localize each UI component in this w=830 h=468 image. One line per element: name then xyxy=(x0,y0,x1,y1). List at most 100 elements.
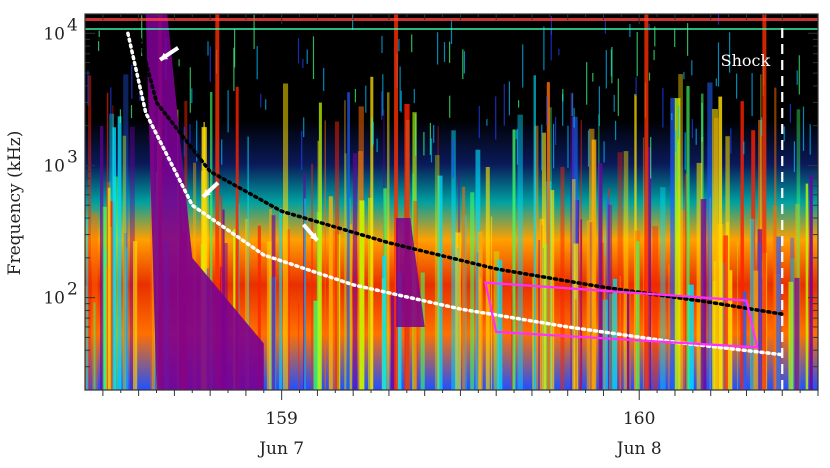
spectro-speck xyxy=(555,117,557,146)
burst-streak xyxy=(644,14,649,390)
spectro-speck xyxy=(227,90,229,133)
spectro-streak xyxy=(591,139,597,390)
spectro-streak xyxy=(344,100,346,390)
spectro-speck xyxy=(677,142,679,181)
burst-streak xyxy=(394,14,399,390)
spectro-streak xyxy=(324,120,326,390)
spectro-speck xyxy=(671,113,673,121)
spectro-speck xyxy=(312,36,315,79)
spectro-speck xyxy=(265,99,267,110)
spectro-streak xyxy=(541,132,546,390)
spectro-speck xyxy=(260,93,262,108)
spectro-speck xyxy=(691,60,693,76)
spectro-streak xyxy=(668,264,670,390)
spectro-streak xyxy=(279,208,283,390)
spectro-speck xyxy=(423,131,425,156)
spectro-streak xyxy=(603,255,605,390)
spectro-speck xyxy=(486,119,488,126)
spectro-speck xyxy=(789,104,791,123)
spectro-streak xyxy=(749,218,755,390)
spectro-streak xyxy=(602,299,608,390)
spectro-speck xyxy=(452,139,454,178)
spectro-streak xyxy=(485,167,490,390)
spectro-streak xyxy=(462,186,466,390)
spectro-speck xyxy=(413,88,415,104)
spectro-speck xyxy=(558,48,560,56)
spectro-speck xyxy=(562,89,564,102)
spectro-streak xyxy=(122,135,127,390)
spectro-speck xyxy=(131,64,133,99)
spectro-speck xyxy=(650,136,652,179)
spectro-speck xyxy=(648,72,651,81)
spectro-speck xyxy=(189,124,191,144)
spectro-speck xyxy=(462,49,464,79)
spectro-speck xyxy=(571,93,573,117)
spectro-streak xyxy=(774,87,777,390)
spectro-speck xyxy=(381,36,383,53)
spectro-speck xyxy=(541,124,543,171)
spectro-speck xyxy=(701,102,703,142)
spectro-speck xyxy=(503,84,505,126)
spectro-streak xyxy=(532,275,534,390)
spectro-speck xyxy=(743,141,745,155)
spectro-speck xyxy=(400,90,402,113)
spectro-speck xyxy=(611,47,613,84)
spectro-speck xyxy=(371,117,373,147)
spectro-speck xyxy=(301,131,303,171)
spectro-speck xyxy=(684,132,686,170)
spectro-speck xyxy=(761,117,763,137)
spectro-speck xyxy=(543,26,545,71)
spectro-streak xyxy=(538,240,541,390)
spectro-streak xyxy=(318,102,322,390)
spectro-streak xyxy=(660,187,666,390)
spectro-streak xyxy=(723,235,728,390)
spectro-streak xyxy=(572,179,576,390)
spectro-streak xyxy=(729,270,733,390)
spectro-speck xyxy=(302,58,304,68)
spectro-streak xyxy=(382,256,387,390)
spectro-speck xyxy=(449,41,451,63)
spectro-speck xyxy=(119,109,121,123)
spectro-streak xyxy=(283,83,289,390)
y-tick-exponent: 4 xyxy=(67,15,78,35)
spectro-speck xyxy=(730,128,732,154)
spectro-streak xyxy=(497,259,503,390)
spectro-speck xyxy=(297,38,300,64)
spectro-speck xyxy=(809,124,811,155)
x-tick-label: 159 xyxy=(265,409,297,429)
spectro-speck xyxy=(256,46,258,80)
spectro-speck xyxy=(715,78,717,86)
spectro-streak xyxy=(347,92,350,390)
spectro-streak xyxy=(470,192,475,390)
spectro-streak xyxy=(652,226,659,390)
spectro-streak xyxy=(456,248,460,390)
plot-area xyxy=(85,14,818,390)
spectro-speck xyxy=(398,39,400,52)
spectro-streak xyxy=(349,197,351,390)
spectro-speck xyxy=(323,68,325,91)
spectro-speck xyxy=(433,125,435,143)
spectro-speck xyxy=(592,72,594,82)
spectro-speck xyxy=(178,59,180,67)
spectro-speck xyxy=(567,125,569,168)
spectro-streak xyxy=(788,281,794,390)
spectro-speck xyxy=(677,105,680,140)
spectro-speck xyxy=(191,88,193,103)
y-tick-label: 10 xyxy=(43,289,65,309)
spectro-streak xyxy=(607,204,613,390)
dynamic-spectrum-figure: 10 210 310 4 159Jun 7160Jun 8 Frequency (kH… xyxy=(5,13,819,459)
spectro-streak xyxy=(517,114,523,390)
spectro-speck xyxy=(793,141,795,172)
spectro-speck xyxy=(751,73,753,116)
spectro-speck xyxy=(613,94,615,112)
spectro-speck xyxy=(98,41,100,51)
spectro-speck xyxy=(662,88,664,128)
y-axis-title: Frequency (kHz) xyxy=(5,131,25,276)
spectro-speck xyxy=(411,34,413,53)
spectro-streak xyxy=(479,278,481,390)
spectro-streak xyxy=(112,127,116,390)
spectro-speck xyxy=(553,123,555,169)
spectro-speck xyxy=(516,128,518,165)
spectro-streak xyxy=(359,200,365,390)
spectro-speck xyxy=(550,29,552,61)
